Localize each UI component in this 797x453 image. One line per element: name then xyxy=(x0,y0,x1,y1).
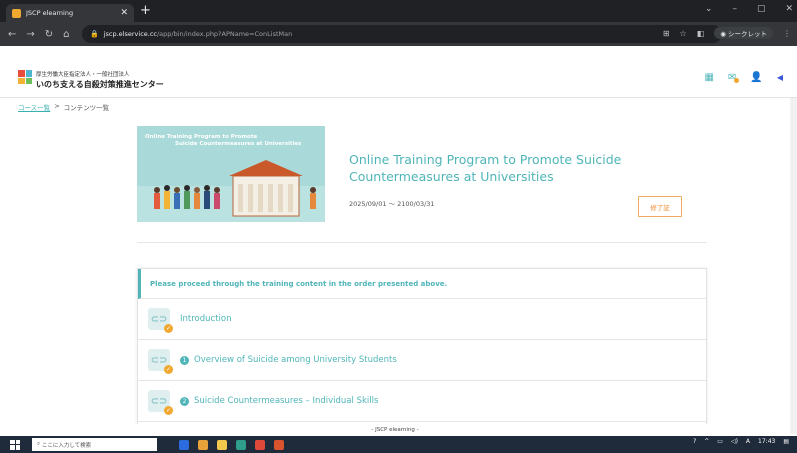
reload-icon[interactable]: ↻ xyxy=(45,29,53,40)
address-bar[interactable]: 🔒 jscp.elservice.cc /app/bin/index.php?A… xyxy=(82,25,722,43)
course-period: 2025/09/01 〜 2100/03/31 xyxy=(349,200,435,208)
course-title: Online Training Program to Promote Suici… xyxy=(349,152,622,184)
user-icon[interactable]: 👤 xyxy=(750,72,762,83)
link-content-icon: ⊂⊃ ✓ xyxy=(148,308,173,333)
install-app-icon[interactable]: ⊞ xyxy=(663,29,670,38)
content-list-panel: Please proceed through the training cont… xyxy=(137,268,707,428)
url-host: jscp.elservice.cc xyxy=(103,30,157,38)
content-item-label[interactable]: Introduction xyxy=(180,314,231,324)
breadcrumb-course-list[interactable]: コース一覧 xyxy=(18,102,50,112)
window-controls: ⌄ – ▢ ✕ xyxy=(705,4,793,14)
close-window-button[interactable]: ✕ xyxy=(785,4,793,14)
ime-icon[interactable]: A xyxy=(746,438,750,445)
volume-icon[interactable]: ◁) xyxy=(731,438,738,445)
site-favicon-icon xyxy=(12,8,21,18)
back-icon[interactable]: ← xyxy=(8,29,16,40)
completed-check-icon: ✓ xyxy=(164,365,173,374)
apps-grid-icon[interactable]: ▦ xyxy=(705,72,714,83)
breadcrumb-content-list: コンテンツ一覧 xyxy=(63,104,110,112)
header-actions: ▦ ✉ 👤 ◀ xyxy=(705,72,783,83)
maximize-button[interactable]: ▢ xyxy=(757,4,766,14)
vlc-app-icon[interactable] xyxy=(198,439,208,450)
search-icon: ⌕ xyxy=(37,441,41,447)
notification-dot xyxy=(734,78,740,83)
incognito-icon: ◉ xyxy=(720,30,726,38)
clock[interactable]: 17:43 xyxy=(758,438,775,445)
content-item-label[interactable]: 2 Suicide Countermeasures – Individual Sk… xyxy=(180,396,378,406)
course-banner-image: Online Training Program to Promote Suici… xyxy=(137,126,325,222)
mail-icon[interactable]: ✉ xyxy=(728,72,740,83)
browser-toolbar: ← → ↻ ⌂ 🔒 jscp.elservice.cc /app/bin/ind… xyxy=(0,22,797,46)
content-item-1[interactable]: ⊂⊃ ✓ 1 Overview of Suicide among Universi… xyxy=(138,340,706,381)
side-panel-icon[interactable]: ◧ xyxy=(697,29,705,38)
content-item-2[interactable]: ⊂⊃ ✓ 2 Suicide Countermeasures – Individu… xyxy=(138,381,706,422)
completed-check-icon: ✓ xyxy=(164,406,173,415)
page-scrollbar[interactable] xyxy=(790,98,797,434)
minimize-button[interactable]: – xyxy=(732,4,737,14)
tab-search-icon[interactable]: ⌄ xyxy=(705,4,713,14)
content-item-introduction[interactable]: ⊂⊃ ✓ Introduction xyxy=(138,299,706,340)
certificate-button[interactable]: 修了証 xyxy=(638,196,682,217)
divider xyxy=(137,242,707,243)
tray-chevron-icon[interactable]: ^ xyxy=(704,438,709,445)
chain-link-icon: ⊂⊃ xyxy=(150,395,168,407)
completed-check-icon: ✓ xyxy=(164,324,173,333)
home-icon[interactable]: ⌂ xyxy=(63,29,69,40)
content-item-label[interactable]: 1 Overview of Suicide among University St… xyxy=(180,355,397,365)
taskbar-search-input[interactable]: ⌕ ここに入力して検索 xyxy=(32,438,157,451)
content-list-instruction: Please proceed through the training cont… xyxy=(138,269,706,299)
tab-title: JSCP elearning xyxy=(26,9,74,17)
help-icon[interactable]: ? xyxy=(693,438,696,445)
org-name[interactable]: いのち支える自殺対策推進センター xyxy=(36,79,164,90)
forward-icon[interactable]: → xyxy=(26,29,34,40)
system-tray: ? ^ ▭ ◁) A 17:43 ▤ xyxy=(693,438,789,445)
browser-extensions: ⊞ ☆ ◧ ◉ シークレット ⋮ xyxy=(663,27,791,39)
url-path: /app/bin/index.php?APName=ConListMan xyxy=(156,30,293,38)
network-icon[interactable]: ▭ xyxy=(717,438,723,445)
link-content-icon: ⊂⊃ ✓ xyxy=(148,349,173,374)
taskbar-search-placeholder: ここに入力して検索 xyxy=(41,442,92,449)
browser-menu-icon[interactable]: ⋮ xyxy=(783,29,791,38)
browser-tab-strip: JSCP elearning ✕ + ⌄ – ▢ ✕ xyxy=(0,0,797,22)
banner-illustration-icon xyxy=(137,160,325,222)
breadcrumb: コース一覧 > コンテンツ一覧 xyxy=(18,102,109,112)
os-taskbar: ⌕ ここに入力して検索 ? ^ ▭ ◁) A 17:43 ▤ xyxy=(0,436,797,453)
bookmark-star-icon[interactable]: ☆ xyxy=(680,29,687,38)
lock-icon: 🔒 xyxy=(90,30,99,38)
incognito-badge[interactable]: ◉ シークレット xyxy=(714,27,773,39)
menu-arrow-icon[interactable]: ◀ xyxy=(777,73,783,82)
link-content-icon: ⊂⊃ ✓ xyxy=(148,390,173,415)
app-icon[interactable] xyxy=(236,439,246,450)
windows-start-icon[interactable] xyxy=(10,439,20,450)
chrome-app-icon[interactable] xyxy=(255,439,265,450)
item-number-badge: 2 xyxy=(180,396,189,406)
taskbar-apps xyxy=(179,439,284,450)
incognito-label: シークレット xyxy=(728,30,767,38)
org-subtitle: 厚生労働大臣指定法人・一般社団法人 xyxy=(36,72,130,78)
page-footer: - JSCP elearning - xyxy=(0,424,790,436)
chain-link-icon: ⊂⊃ xyxy=(150,313,168,325)
tab-close-icon[interactable]: ✕ xyxy=(120,8,128,18)
explorer-app-icon[interactable] xyxy=(217,439,227,450)
chain-link-icon: ⊂⊃ xyxy=(150,354,168,366)
zoom-app-icon[interactable] xyxy=(179,439,189,450)
item-number-badge: 1 xyxy=(180,355,189,365)
new-tab-button[interactable]: + xyxy=(140,3,151,19)
chrome-incognito-app-icon[interactable] xyxy=(274,439,284,450)
breadcrumb-separator: > xyxy=(54,102,60,110)
browser-tab[interactable]: JSCP elearning ✕ xyxy=(6,4,134,22)
notification-icon[interactable]: ▤ xyxy=(783,438,789,445)
site-logo-icon[interactable] xyxy=(18,70,32,84)
